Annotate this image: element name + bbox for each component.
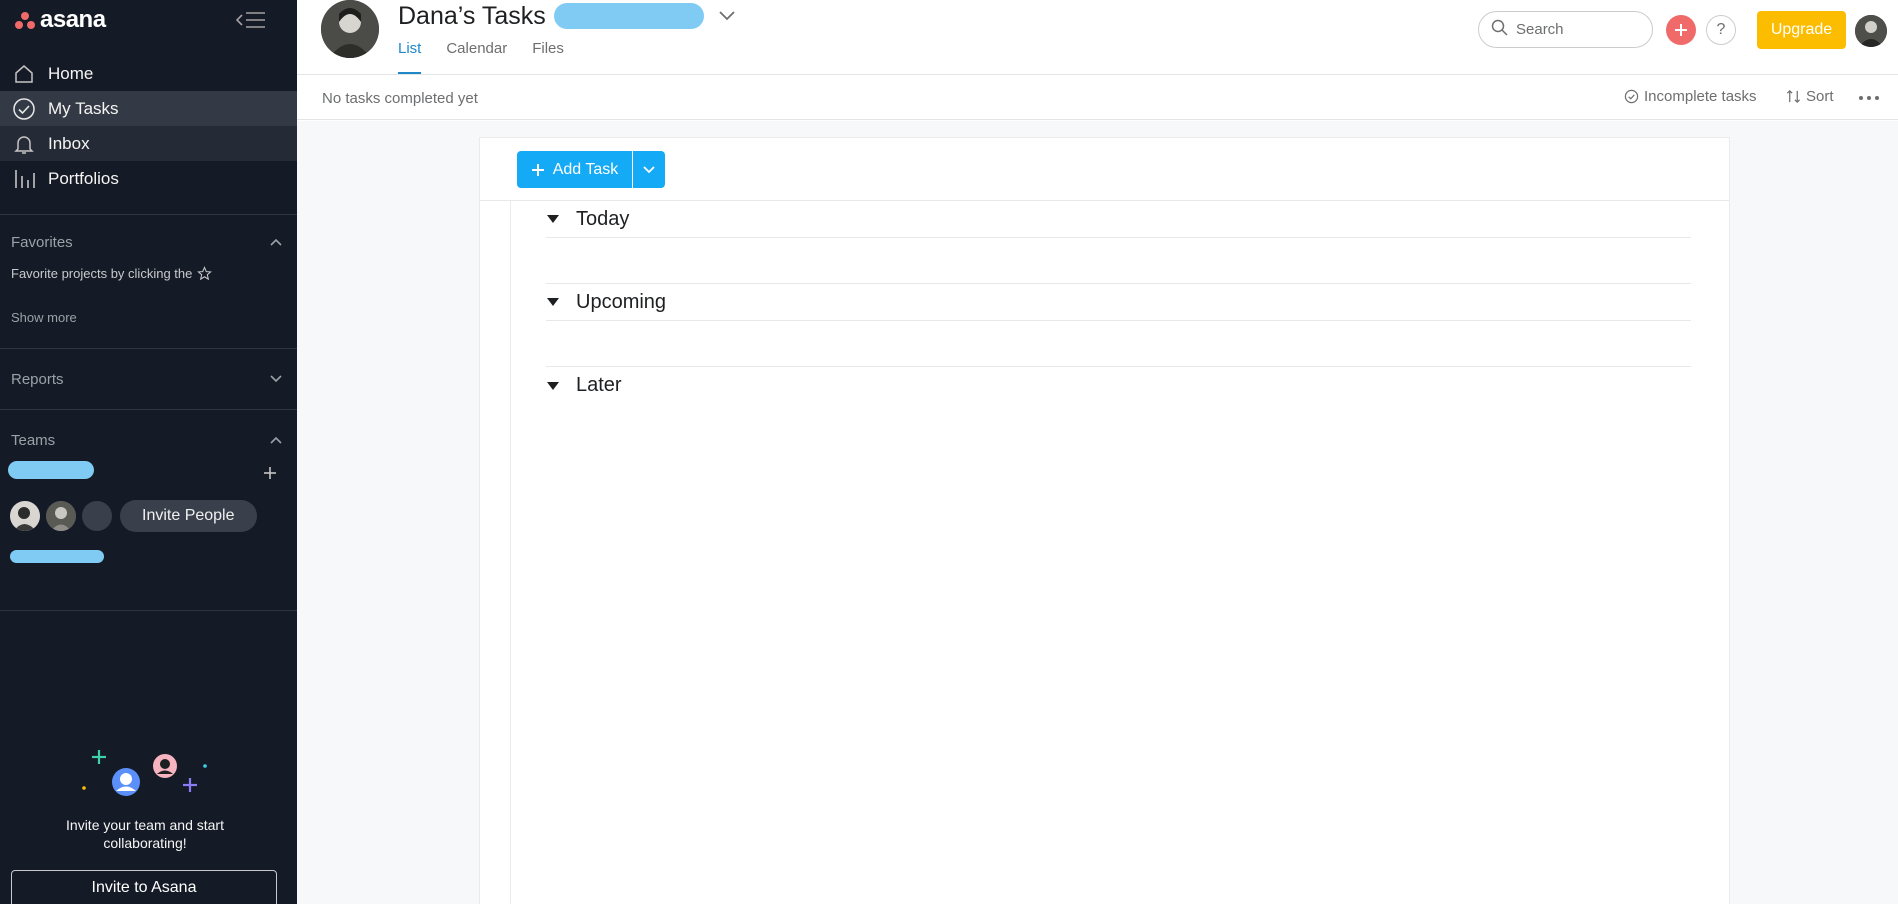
reports-header[interactable]: Reports xyxy=(11,368,286,390)
reports-title: Reports xyxy=(11,370,64,388)
tab-list[interactable]: List xyxy=(398,40,422,74)
sidebar-item-inbox[interactable]: Inbox xyxy=(0,126,297,161)
section-empty-row[interactable] xyxy=(546,321,1691,367)
team-name-redacted[interactable] xyxy=(8,461,94,479)
avatar[interactable] xyxy=(321,0,379,58)
search-icon xyxy=(1491,19,1508,41)
check-circle-icon xyxy=(1624,89,1639,104)
sidebar-divider xyxy=(0,214,297,215)
page-title: Dana’s Tasks xyxy=(398,1,546,30)
chevron-down-icon[interactable] xyxy=(266,369,286,389)
filter-label: Incomplete tasks xyxy=(1644,88,1757,105)
sidebar-divider xyxy=(0,348,297,349)
collapse-sidebar-button[interactable] xyxy=(234,8,268,32)
chevron-up-icon[interactable] xyxy=(266,232,286,252)
check-circle-icon xyxy=(12,97,36,121)
add-task-group: Add Task xyxy=(517,151,665,188)
invite-to-asana-button[interactable]: Invite to Asana xyxy=(11,870,277,904)
favorites-header: Favorites xyxy=(11,231,286,253)
tab-calendar[interactable]: Calendar xyxy=(446,40,507,74)
sort-icon xyxy=(1786,89,1801,104)
search-box[interactable] xyxy=(1478,11,1653,48)
sidebar-item-label: Home xyxy=(48,63,94,83)
triangle-down-icon[interactable] xyxy=(546,295,560,309)
tab-files[interactable]: Files xyxy=(532,40,564,74)
favorites-title: Favorites xyxy=(11,233,73,251)
add-task-dropdown-button[interactable] xyxy=(633,151,665,188)
card-toolbar: Add Task xyxy=(480,138,1729,201)
avatar[interactable] xyxy=(46,501,76,531)
list-gutter xyxy=(510,201,511,904)
section-today: Today xyxy=(546,201,1691,284)
sidebar-item-label: Portfolios xyxy=(48,168,119,188)
bar-chart-icon xyxy=(12,167,36,191)
upgrade-button[interactable]: Upgrade xyxy=(1757,11,1846,49)
sidebar: asana Home My Tasks Inbox Portfolios Fav… xyxy=(0,0,297,904)
sort-button[interactable]: Sort xyxy=(1786,88,1834,105)
chevron-down-icon[interactable] xyxy=(716,5,738,27)
section-empty-row[interactable] xyxy=(546,238,1691,284)
favorites-hint: Favorite projects by clicking the xyxy=(11,266,213,281)
add-team-icon[interactable] xyxy=(260,463,280,483)
completed-status: No tasks completed yet xyxy=(322,90,478,107)
teams-title: Teams xyxy=(11,431,56,449)
title-row: Dana’s Tasks xyxy=(398,1,738,31)
section-later: Later xyxy=(546,367,1691,404)
sidebar-divider xyxy=(0,610,297,611)
add-task-button[interactable]: Add Task xyxy=(517,151,632,188)
section-label: Today xyxy=(576,207,630,230)
title-redacted xyxy=(553,3,704,29)
team-members: Invite People xyxy=(10,500,257,532)
section-header[interactable]: Upcoming xyxy=(546,284,1691,321)
sidebar-item-home[interactable]: Home xyxy=(0,56,297,91)
section-header[interactable]: Later xyxy=(546,367,1691,404)
sidebar-item-my-tasks[interactable]: My Tasks xyxy=(0,91,297,126)
sidebar-item-portfolios[interactable]: Portfolios xyxy=(0,161,297,196)
incomplete-tasks-filter[interactable]: Incomplete tasks xyxy=(1624,88,1757,105)
brand-name: asana xyxy=(40,6,106,33)
plus-icon xyxy=(531,163,545,177)
sidebar-item-label: Inbox xyxy=(48,133,90,153)
list-toolbar: No tasks completed yet Incomplete tasks … xyxy=(297,76,1898,120)
avatar[interactable] xyxy=(82,501,112,531)
add-task-label: Add Task xyxy=(552,160,619,178)
more-options-icon[interactable] xyxy=(1855,86,1883,110)
team-name-redacted[interactable] xyxy=(10,550,104,563)
chevron-up-icon[interactable] xyxy=(266,430,286,450)
help-button[interactable]: ? xyxy=(1706,15,1736,45)
triangle-down-icon[interactable] xyxy=(546,379,560,393)
home-icon xyxy=(12,62,36,86)
bell-icon xyxy=(12,132,36,156)
invite-people-button[interactable]: Invite People xyxy=(120,500,257,532)
show-more-link[interactable]: Show more xyxy=(11,310,77,325)
sort-label: Sort xyxy=(1806,88,1834,105)
task-list-card: Add Task Today Upcoming Later xyxy=(480,138,1729,904)
search-input[interactable] xyxy=(1516,21,1646,38)
asana-logo-icon xyxy=(14,10,36,30)
sidebar-item-label: My Tasks xyxy=(48,98,119,118)
section-label: Later xyxy=(576,374,622,396)
section-label: Upcoming xyxy=(576,290,667,313)
sidebar-nav: Home My Tasks Inbox Portfolios xyxy=(0,56,297,196)
teams-header: Teams xyxy=(11,429,286,451)
sidebar-divider xyxy=(0,409,297,410)
collapse-menu-icon xyxy=(236,12,265,28)
section-upcoming: Upcoming xyxy=(546,284,1691,367)
section-header[interactable]: Today xyxy=(546,201,1691,238)
star-icon xyxy=(197,266,213,281)
quick-add-button[interactable] xyxy=(1666,15,1696,45)
chevron-down-icon xyxy=(643,165,655,173)
invite-illustration-icon xyxy=(82,750,207,796)
avatar[interactable] xyxy=(10,501,40,531)
triangle-down-icon[interactable] xyxy=(546,212,560,226)
plus-icon xyxy=(1675,24,1687,36)
promo-text: Invite your team and start collaborating… xyxy=(66,817,224,851)
user-avatar[interactable] xyxy=(1855,15,1887,47)
main-content: Add Task Today Upcoming Later xyxy=(297,121,1898,904)
asana-logo[interactable]: asana xyxy=(14,6,106,33)
page-header: Dana’s Tasks List Calendar Files ? Upgra… xyxy=(297,0,1898,75)
view-tabs: List Calendar Files xyxy=(398,40,589,74)
favorites-hint-text: Favorite projects by clicking the xyxy=(11,266,193,281)
